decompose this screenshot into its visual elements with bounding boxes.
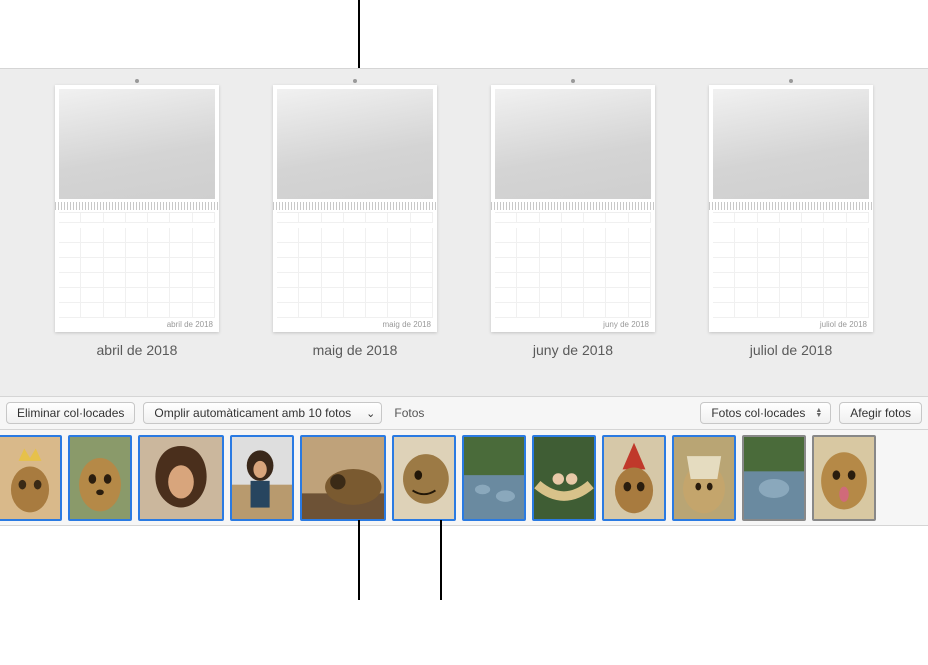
month-july[interactable]: juliol de 2018 juliol de 2018 [701, 85, 881, 396]
spiral-binding [491, 202, 655, 210]
month-label: maig de 2018 [313, 342, 398, 358]
hanger-hole [353, 79, 357, 83]
month-may[interactable]: maig de 2018 maig de 2018 [265, 85, 445, 396]
photo-placeholder [495, 89, 651, 199]
month-april[interactable]: abril de 2018 abril de 2018 [47, 85, 227, 396]
calendar-grid [495, 212, 651, 317]
callout-line-top [358, 0, 360, 70]
calendar-grid [59, 212, 215, 317]
photo-placeholder [277, 89, 433, 199]
month-label: juny de 2018 [533, 342, 613, 358]
chevron-down-icon: ⌄ [366, 407, 375, 420]
hanger-hole [135, 79, 139, 83]
calendar-page: abril de 2018 [55, 85, 219, 332]
photo-thumbnail[interactable] [672, 435, 736, 521]
calendar-footer-label: juliol de 2018 [713, 317, 869, 332]
clear-placed-button[interactable]: Eliminar col·locades [6, 402, 135, 424]
callout-line-bottom-2 [440, 520, 442, 600]
hanger-hole [571, 79, 575, 83]
photo-thumbnail[interactable] [392, 435, 456, 521]
photo-thumbnail[interactable] [0, 435, 62, 521]
photo-thumbnail[interactable] [300, 435, 386, 521]
autofill-button[interactable]: Omplir automàticament amb 10 fotos [143, 402, 362, 424]
photos-filter-select[interactable]: Fotos col·locades ▲▼ [700, 402, 831, 424]
photos-label: Fotos [394, 406, 424, 420]
photos-options-bar: Eliminar col·locades Omplir automàticame… [0, 396, 928, 430]
photo-thumbnail[interactable] [230, 435, 294, 521]
calendar-canvas: abril de 2018 abril de 2018 maig de 2018… [0, 68, 928, 396]
calendar-page: juliol de 2018 [709, 85, 873, 332]
calendar-grid [277, 212, 433, 317]
calendar-page: maig de 2018 [273, 85, 437, 332]
calendar-footer-label: abril de 2018 [59, 317, 215, 332]
photo-thumbnail[interactable] [532, 435, 596, 521]
select-arrows-icon: ▲▼ [815, 408, 822, 418]
autofill-menu-button[interactable]: ⌄ [360, 402, 382, 424]
photo-thumbnail[interactable] [812, 435, 876, 521]
month-label: juliol de 2018 [750, 342, 833, 358]
photo-placeholder [59, 89, 215, 199]
calendar-footer-label: juny de 2018 [495, 317, 651, 332]
photo-thumbnail[interactable] [68, 435, 132, 521]
photo-placeholder [713, 89, 869, 199]
month-label: abril de 2018 [97, 342, 178, 358]
spiral-binding [273, 202, 437, 210]
month-june[interactable]: juny de 2018 juny de 2018 [483, 85, 663, 396]
spiral-binding [709, 202, 873, 210]
add-photos-button[interactable]: Afegir fotos [839, 402, 922, 424]
spiral-binding [55, 202, 219, 210]
hanger-hole [789, 79, 793, 83]
calendar-page: juny de 2018 [491, 85, 655, 332]
photo-thumbnail[interactable] [742, 435, 806, 521]
calendar-footer-label: maig de 2018 [277, 317, 433, 332]
photo-filmstrip[interactable] [0, 430, 928, 526]
select-value: Fotos col·locades [711, 406, 805, 420]
photo-thumbnail[interactable] [602, 435, 666, 521]
photo-thumbnail[interactable] [462, 435, 526, 521]
photo-thumbnail[interactable] [138, 435, 224, 521]
calendar-grid [713, 212, 869, 317]
callout-line-bottom-1 [358, 520, 360, 600]
